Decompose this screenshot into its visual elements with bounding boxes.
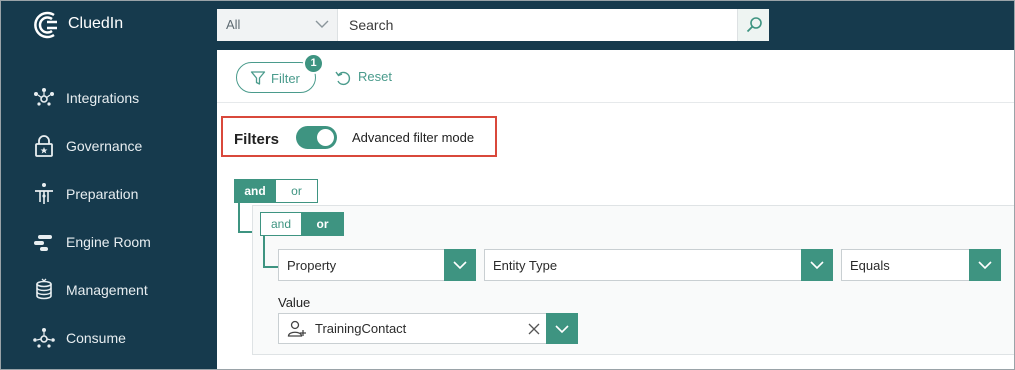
clear-icon[interactable] — [527, 322, 541, 336]
consume-icon — [33, 328, 55, 348]
inner-and-button[interactable]: and — [260, 212, 302, 236]
field-type-dropdown-button[interactable] — [444, 249, 476, 281]
sidebar: Integrations Governance Preparation Engi… — [0, 50, 217, 370]
sidebar-item-label: Consume — [66, 330, 126, 346]
sidebar-item-management[interactable]: Management — [0, 270, 217, 310]
value-dropdown-button[interactable] — [546, 313, 578, 344]
operator-select[interactable]: Equals — [841, 249, 1001, 281]
search-button[interactable] — [737, 9, 769, 41]
field-type-value: Property — [287, 258, 337, 273]
filter-toolbar: Filter 1 Reset — [217, 50, 1015, 103]
sidebar-item-governance[interactable]: Governance — [0, 126, 217, 166]
tree-connector — [238, 203, 240, 233]
reset-icon — [335, 71, 351, 86]
filter-button-label: Filter — [271, 71, 300, 86]
lock-icon — [35, 135, 53, 157]
search-input[interactable]: Search — [349, 17, 393, 33]
inner-or-button[interactable]: or — [301, 212, 344, 236]
advanced-filter-mode-label: Advanced filter mode — [352, 130, 475, 145]
filter-count-badge: 1 — [303, 53, 324, 74]
value-text: TrainingContact — [315, 321, 407, 336]
field-type-select[interactable]: Property — [278, 249, 476, 281]
sidebar-item-engine-room[interactable]: Engine Room — [0, 222, 217, 262]
tree-connector — [263, 266, 279, 268]
sidebar-item-label: Management — [66, 282, 148, 298]
sidebar-item-label: Governance — [66, 138, 143, 154]
search-scope-value: All — [226, 17, 241, 32]
sidebar-item-label: Engine Room — [66, 234, 151, 250]
engine-room-icon — [34, 235, 52, 251]
reset-label: Reset — [358, 69, 392, 84]
outer-or-button[interactable]: or — [275, 179, 318, 203]
sidebar-item-consume[interactable]: Consume — [0, 318, 217, 358]
preparation-icon — [35, 183, 53, 204]
filters-title: Filters — [234, 131, 280, 148]
operator-value: Equals — [850, 258, 890, 273]
chevron-down-icon — [978, 261, 992, 270]
chevron-down-icon — [810, 261, 824, 270]
database-icon — [36, 278, 52, 300]
toggle-knob — [317, 129, 334, 146]
field-dropdown-button[interactable] — [801, 249, 833, 281]
sidebar-item-integrations[interactable]: Integrations — [0, 78, 217, 118]
brand-name[interactable]: CluedIn — [68, 15, 123, 33]
chevron-down-icon — [555, 325, 569, 334]
sidebar-item-label: Integrations — [66, 90, 140, 106]
chevron-down-icon — [315, 20, 329, 28]
advanced-filter-toggle[interactable] — [296, 126, 337, 149]
value-select[interactable]: TrainingContact — [278, 313, 578, 344]
sidebar-item-label: Preparation — [66, 186, 139, 202]
add-user-icon — [287, 320, 306, 337]
search-scope-select[interactable]: All — [217, 9, 338, 41]
top-bar: CluedIn All Search — [0, 0, 1015, 50]
main-content: Filter 1 Reset Filters Advanced filter m… — [217, 50, 1015, 370]
cluedin-logo-icon — [34, 11, 57, 39]
field-value: Entity Type — [493, 258, 558, 273]
inner-logic-toggle: and or — [260, 212, 344, 236]
search-icon — [746, 17, 762, 33]
outer-logic-toggle: and or — [234, 179, 318, 203]
search-bar: All Search — [217, 9, 769, 41]
outer-and-button[interactable]: and — [234, 179, 276, 203]
integrations-icon — [34, 88, 54, 106]
sidebar-item-preparation[interactable]: Preparation — [0, 174, 217, 214]
chevron-down-icon — [453, 261, 467, 270]
funnel-icon — [250, 71, 266, 85]
value-label: Value — [278, 295, 311, 310]
tree-connector — [263, 236, 265, 268]
field-select[interactable]: Entity Type — [484, 249, 833, 281]
operator-dropdown-button[interactable] — [969, 249, 1001, 281]
